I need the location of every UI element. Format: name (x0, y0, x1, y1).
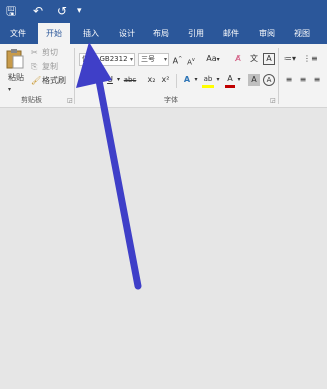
inline-divider (176, 74, 177, 88)
chevron-down-icon: ▾ (163, 56, 167, 63)
strikethrough-button[interactable]: abc (122, 74, 138, 86)
tab-insert[interactable]: 插入 (77, 23, 105, 44)
format-painter-icon: 🖌 (31, 76, 42, 85)
copy-icon: ⎘ (31, 62, 38, 71)
subscript-button[interactable]: x₂ (146, 74, 157, 86)
tab-file[interactable]: 文件 (4, 23, 32, 44)
title-bar: 🖫 ↶ ↺ ▾ (0, 0, 327, 23)
enclose-characters-icon[interactable]: A (263, 53, 275, 65)
paste-label[interactable]: 粘贴 (8, 72, 24, 84)
grow-font-button[interactable]: A^ (172, 53, 183, 68)
group-divider (278, 48, 279, 104)
bullets-icon[interactable]: ≔▾ (283, 53, 297, 65)
superscript-button[interactable]: x² (160, 74, 171, 86)
clipboard-icon (6, 49, 24, 69)
underline-dropdown-icon[interactable]: ▾ (115, 74, 122, 86)
chevron-down-icon: ▾ (129, 56, 133, 63)
ribbon: 粘贴 ▾ ✂ 剪切 ⎘ 复制 🖌 格式刷 剪贴板 ◲ 仿宋_GB2312 ▾ 三… (0, 44, 327, 108)
tab-view[interactable]: 视图 (288, 23, 316, 44)
font-group-label: 字体 (164, 96, 178, 104)
highlight-button[interactable]: ab (202, 73, 214, 88)
font-name-select[interactable]: 仿宋_GB2312 ▾ (79, 53, 135, 66)
font-size-value: 三号 (141, 55, 155, 63)
chevron-down-icon[interactable]: ▾ (236, 74, 242, 86)
phonetic-guide-icon[interactable]: 文 (248, 53, 260, 65)
redo-icon[interactable]: ↺ (57, 3, 67, 19)
copy-label[interactable]: 复制 (42, 61, 58, 73)
paste-dropdown-icon[interactable]: ▾ (8, 84, 11, 96)
font-name-value: 仿宋_GB2312 (82, 55, 128, 63)
tab-design[interactable]: 设计 (113, 23, 141, 44)
numbering-icon[interactable]: ⋮≡ (303, 53, 318, 65)
chevron-down-icon[interactable]: ▾ (215, 74, 221, 86)
ribbon-tabs: 文件 开始 插入 设计 布局 引用 邮件 审阅 视图 (0, 23, 327, 44)
document-area[interactable] (0, 109, 327, 389)
paste-button[interactable] (4, 48, 26, 72)
clipboard-launcher-icon[interactable]: ◲ (67, 97, 73, 104)
cut-label[interactable]: 剪切 (42, 47, 58, 59)
shrink-font-button[interactable]: Av (186, 54, 196, 68)
tab-mailings[interactable]: 邮件 (217, 23, 245, 44)
clipboard-group-label: 剪贴板 (21, 96, 42, 104)
text-effects-button[interactable]: A (182, 74, 192, 86)
format-painter-label[interactable]: 格式刷 (42, 75, 66, 87)
tab-layout[interactable]: 布局 (147, 23, 175, 44)
chevron-down-icon[interactable]: ▾ (193, 74, 199, 86)
tab-references[interactable]: 引用 (182, 23, 210, 44)
character-shading-button[interactable]: A (248, 74, 260, 86)
customize-icon[interactable]: ▾ (77, 3, 82, 19)
align-right-icon[interactable]: ≡ (311, 74, 323, 86)
scissors-icon: ✂ (31, 48, 38, 57)
change-case-button[interactable]: Aa▾ (205, 53, 221, 66)
font-size-select[interactable]: 三号 ▾ (138, 53, 169, 66)
enclose-circle-icon[interactable]: A (263, 74, 275, 86)
align-left-icon[interactable]: ≡ (283, 74, 295, 86)
tab-review[interactable]: 审阅 (253, 23, 281, 44)
underline-button[interactable]: U (105, 74, 115, 86)
save-icon[interactable]: 🖫 (6, 3, 16, 19)
font-color-button[interactable]: A (225, 73, 235, 88)
font-launcher-icon[interactable]: ◲ (270, 97, 276, 104)
bold-button[interactable]: B (79, 74, 89, 86)
align-center-icon[interactable]: ≡ (297, 74, 309, 86)
italic-button[interactable]: I (92, 74, 102, 86)
clear-formatting-icon[interactable]: A̸ (232, 53, 244, 65)
group-divider (74, 48, 75, 104)
tab-home[interactable]: 开始 (38, 23, 70, 44)
undo-icon[interactable]: ↶ (33, 3, 43, 19)
